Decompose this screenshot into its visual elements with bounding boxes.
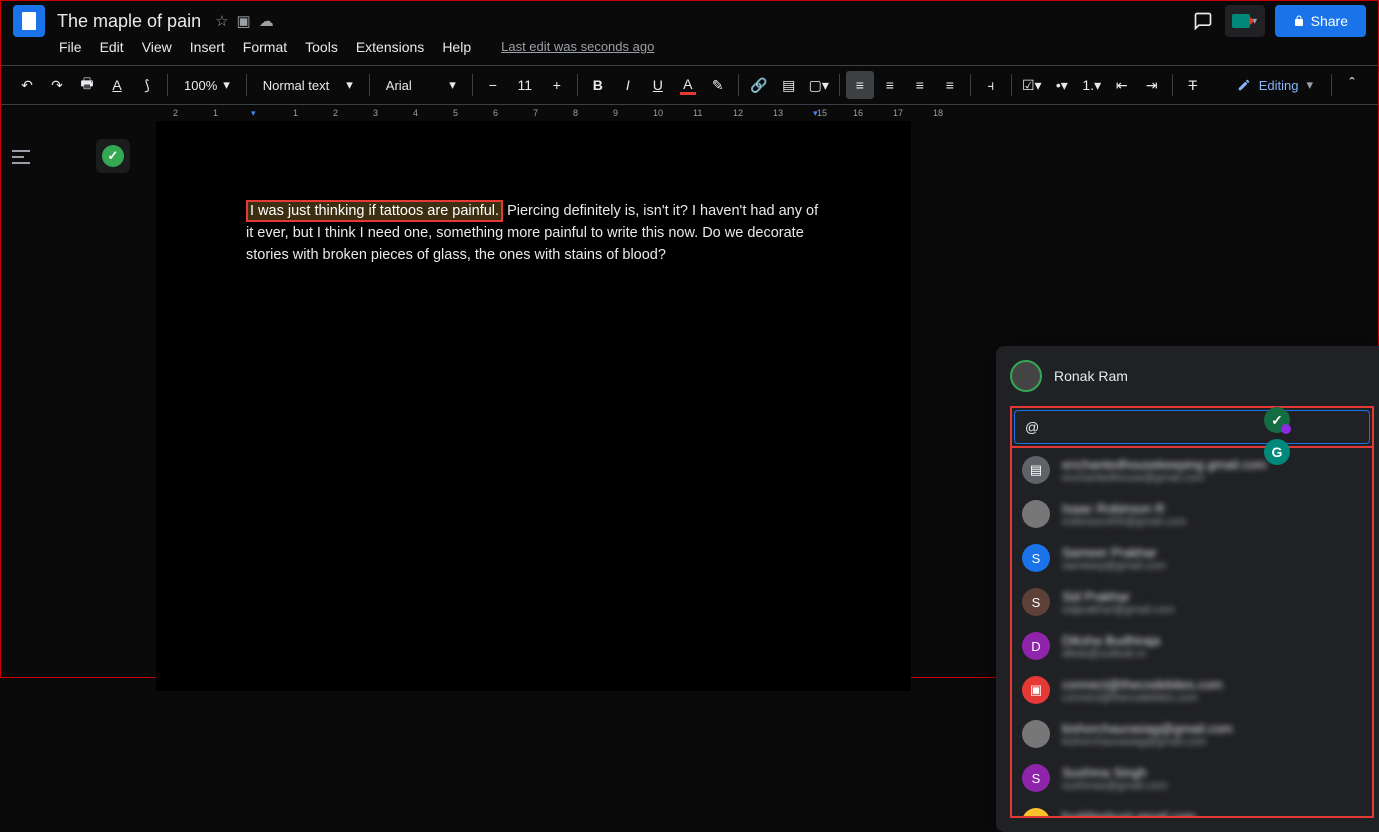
- zoom-select[interactable]: 100% ▾: [174, 71, 240, 99]
- link-icon[interactable]: 🔗: [745, 71, 773, 99]
- mention-avatar: ▣: [1022, 808, 1050, 818]
- mention-item[interactable]: S Sushma Singhsushmas@gmail.com: [1012, 756, 1372, 800]
- align-justify-icon[interactable]: ≡: [936, 71, 964, 99]
- menu-bar: File Edit View Insert Format Tools Exten…: [1, 33, 1378, 65]
- clear-format-icon[interactable]: T: [1179, 71, 1207, 99]
- mention-item[interactable]: ▣ buddieshunt gmail.combuddieshunt@gmail.…: [1012, 800, 1372, 818]
- mention-texts: Isaac Robinson Rirobinson455@gmail.com: [1062, 501, 1186, 528]
- spellcheck-icon[interactable]: A: [103, 71, 131, 99]
- checklist-icon[interactable]: ☑▾: [1018, 71, 1046, 99]
- font-size[interactable]: 11: [509, 71, 541, 99]
- comment-history-icon[interactable]: [1191, 9, 1215, 33]
- highlight-icon[interactable]: ✎: [704, 71, 732, 99]
- mention-avatar: [1022, 720, 1050, 748]
- menu-view[interactable]: View: [134, 35, 180, 59]
- menu-format[interactable]: Format: [235, 35, 295, 59]
- mention-texts: Sid Prakharsidprakhar@gmail.com: [1062, 589, 1175, 616]
- font-decrease-icon[interactable]: −: [479, 71, 507, 99]
- mention-item[interactable]: D Diksha Budhirajadiksb@outlook.in: [1012, 624, 1372, 668]
- align-left-icon[interactable]: ≡: [846, 71, 874, 99]
- commenter-name: Ronak Ram: [1054, 368, 1128, 384]
- align-center-icon[interactable]: ≡: [876, 71, 904, 99]
- font-increase-icon[interactable]: +: [543, 71, 571, 99]
- menu-edit[interactable]: Edit: [92, 35, 132, 59]
- bold-icon[interactable]: B: [584, 71, 612, 99]
- mention-avatar: [1022, 500, 1050, 528]
- redo-icon[interactable]: ↷: [43, 71, 71, 99]
- star-icon[interactable]: ☆: [215, 12, 228, 30]
- menu-insert[interactable]: Insert: [182, 35, 233, 59]
- undo-icon[interactable]: ↶: [13, 71, 41, 99]
- mention-texts: Sushma Singhsushmas@gmail.com: [1062, 765, 1167, 792]
- paragraph-style[interactable]: Normal text ▾: [253, 71, 363, 99]
- toolbar: ↶ ↷ 🖶 A ⟆ 100% ▾ Normal text ▾ Arial ▾ −…: [1, 65, 1378, 105]
- share-label: Share: [1311, 13, 1348, 29]
- menu-file[interactable]: File: [51, 35, 90, 59]
- outline-icon[interactable]: [9, 145, 33, 165]
- comment-panel: Ronak Ram ▤ enchantedhousekeeping gmail.c…: [996, 346, 1379, 832]
- mention-avatar: S: [1022, 588, 1050, 616]
- docs-icon[interactable]: [13, 5, 45, 37]
- editing-mode[interactable]: Editing ▾: [1225, 77, 1325, 93]
- indent-increase-icon[interactable]: ⇥: [1138, 71, 1166, 99]
- paint-format-icon[interactable]: ⟆: [133, 71, 161, 99]
- bullet-list-icon[interactable]: •▾: [1048, 71, 1076, 99]
- move-icon[interactable]: ▣: [237, 12, 251, 30]
- mention-item[interactable]: S Sameer Prakharsameerp@gmail.com: [1012, 536, 1372, 580]
- mention-texts: connect@thecodebites.comconnect@thecodeb…: [1062, 677, 1223, 704]
- mention-avatar: S: [1022, 764, 1050, 792]
- add-comment-icon[interactable]: ▤: [775, 71, 803, 99]
- mention-texts: Sameer Prakharsameerp@gmail.com: [1062, 545, 1166, 572]
- mention-list: ▤ enchantedhousekeeping gmail.comenchante…: [1010, 448, 1374, 818]
- mention-texts: Diksha Budhirajadiksb@outlook.in: [1062, 633, 1160, 660]
- mention-item[interactable]: ▤ enchantedhousekeeping gmail.comenchante…: [1012, 448, 1372, 492]
- mention-item[interactable]: Isaac Robinson Rirobinson455@gmail.com: [1012, 492, 1372, 536]
- font-select[interactable]: Arial ▾: [376, 71, 466, 99]
- menu-extensions[interactable]: Extensions: [348, 35, 432, 59]
- mention-item[interactable]: ▣ connect@thecodebites.comconnect@thecode…: [1012, 668, 1372, 712]
- mention-texts: kishorchaurasiag@gmail.comkishorchaurasi…: [1062, 721, 1233, 748]
- comment-input[interactable]: [1014, 410, 1370, 444]
- spellcheck-badge[interactable]: [96, 139, 130, 173]
- mention-item[interactable]: S Sid Prakharsidprakhar@gmail.com: [1012, 580, 1372, 624]
- image-icon[interactable]: ▢▾: [805, 71, 833, 99]
- mention-avatar: S: [1022, 544, 1050, 572]
- last-edit-link[interactable]: Last edit was seconds ago: [493, 35, 662, 59]
- indent-decrease-icon[interactable]: ⇤: [1108, 71, 1136, 99]
- mention-avatar: ▣: [1022, 676, 1050, 704]
- meet-button[interactable]: ▾: [1225, 5, 1265, 37]
- line-spacing-icon[interactable]: ⫞: [977, 71, 1005, 99]
- underline-icon[interactable]: U: [644, 71, 672, 99]
- align-right-icon[interactable]: ≡: [906, 71, 934, 99]
- mention-item[interactable]: kishorchaurasiag@gmail.comkishorchaurasi…: [1012, 712, 1372, 756]
- print-icon[interactable]: 🖶: [73, 71, 101, 99]
- assign-check-icon[interactable]: ✓: [1264, 407, 1290, 433]
- highlighted-text[interactable]: I was just thinking if tattoos are painf…: [246, 200, 503, 222]
- collapse-toolbar-icon[interactable]: ˆ: [1338, 71, 1366, 99]
- mention-avatar: ▤: [1022, 456, 1050, 484]
- document-title[interactable]: The maple of pain: [57, 11, 201, 32]
- menu-tools[interactable]: Tools: [297, 35, 346, 59]
- mention-avatar: D: [1022, 632, 1050, 660]
- text-color-icon[interactable]: A: [674, 71, 702, 99]
- grammarly-check-icon[interactable]: G: [1264, 439, 1290, 465]
- menu-help[interactable]: Help: [434, 35, 479, 59]
- cloud-icon[interactable]: ☁: [259, 12, 274, 30]
- commenter-avatar: [1010, 360, 1042, 392]
- document-page[interactable]: I was just thinking if tattoos are painf…: [156, 121, 911, 691]
- number-list-icon[interactable]: 1.▾: [1078, 71, 1106, 99]
- italic-icon[interactable]: I: [614, 71, 642, 99]
- mention-texts: buddieshunt gmail.combuddieshunt@gmail.c…: [1062, 809, 1196, 819]
- document-body[interactable]: I was just thinking if tattoos are painf…: [246, 201, 821, 266]
- share-button[interactable]: Share: [1275, 5, 1366, 37]
- ruler[interactable]: 2 1 ▾ 1 2 3 4 5 6 7 8 9 10 11 12 13 ▾ 15…: [1, 105, 1378, 121]
- mention-texts: enchantedhousekeeping gmail.comenchanted…: [1062, 457, 1267, 484]
